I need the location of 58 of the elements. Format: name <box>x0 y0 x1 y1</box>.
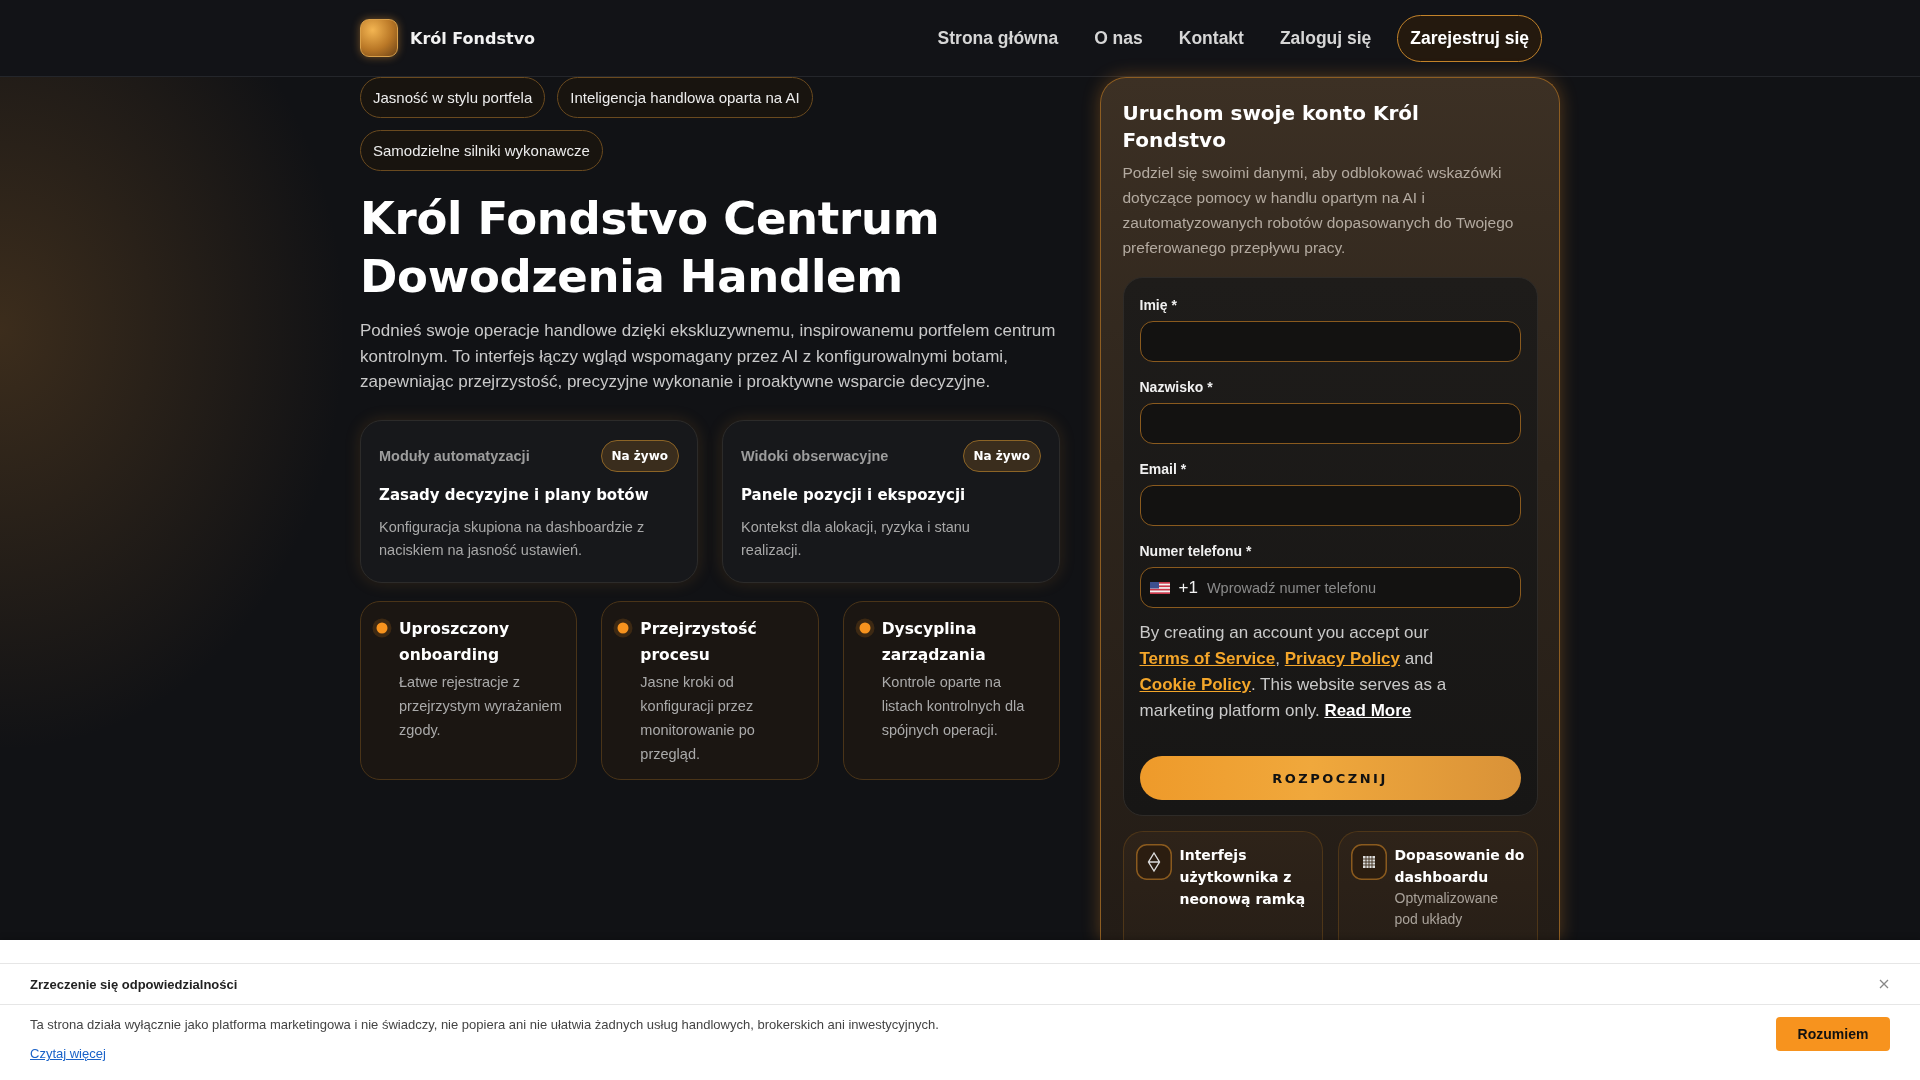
logo-icon[interactable] <box>360 19 398 57</box>
nav-link[interactable]: Kontakt <box>1178 27 1244 49</box>
phone-field[interactable]: +1 Wprowadź numer telefonu <box>1139 567 1521 608</box>
card-description: Konfiguracja skupiona na dashboardzie z naciskiem na jasność ustawień. <box>379 517 646 560</box>
highlight-description: Optymalizowane pod układy <box>1394 889 1499 929</box>
live-badge: Na żywo <box>600 439 679 472</box>
grid-icon <box>1350 844 1387 880</box>
feature-description: Łatwe rejestracje z przejrzystym wyrażaniem zgody. <box>399 672 563 740</box>
field-label: Imię * <box>1139 296 1178 314</box>
disclaimer-text: Ta strona działa wyłącznie jako platforma marketingowa i nie świadczy, nie popiera ani nie ułatwia żadnych usług handlowych, brokerskich ani inwestycyjnych. <box>30 1016 939 1034</box>
dot-icon <box>372 617 392 638</box>
hero-description: Podnieś swoje operacje handlowe dzięki ekskluzywnemu, inspirowanemu portfelem centrum kontrolnym. To interfejs łączy wgląd wspomagany przez AI z konfigurowalnymi botami, zapewniając przejrzystość, precyzyjne wykonanie i proaktywne wsparcie decyzyjne. <box>360 320 1057 393</box>
read-more-link[interactable]: Read More <box>1324 701 1412 720</box>
field-label: Email * <box>1139 460 1188 478</box>
field-label: Numer telefonu * <box>1139 542 1253 560</box>
terms-link[interactable]: Privacy Policy <box>1284 649 1401 668</box>
accept-button[interactable]: Rozumiem <box>1776 1017 1890 1051</box>
highlight-title: Dopasowanie do dashboardu <box>1394 846 1525 887</box>
card-description: Kontekst dla alokacji, ryzyka i stanu realizacji. <box>741 517 971 560</box>
nav-link[interactable]: Strona główna <box>937 27 1059 49</box>
close-icon <box>1879 979 1889 989</box>
feature-title: Przejrzystość procesu <box>640 618 758 666</box>
highlight-title: Interfejs użytkownika z neonową ramką <box>1179 846 1307 909</box>
input-field[interactable] <box>1139 321 1521 362</box>
nav-link[interactable]: Zaloguj się <box>1279 27 1372 49</box>
disclaimer-title: Zrzeczenie się odpowiedzialności <box>30 976 238 992</box>
submit-button[interactable]: ROZPOCZNIJ <box>1139 756 1521 800</box>
phone-input[interactable]: Wprowadź numer telefonu <box>1206 568 1520 607</box>
close-button[interactable] <box>1878 978 1890 990</box>
card-title: Panele pozycji i ekspozycji <box>741 484 967 506</box>
read-more-link[interactable]: Czytaj więcej <box>30 1045 106 1063</box>
input-field[interactable] <box>1139 485 1521 526</box>
tag: Samodzielne silniki wykonawcze <box>360 130 603 171</box>
dot-icon <box>854 617 875 638</box>
feature-title: Uproszczony onboarding <box>399 618 511 666</box>
hero-title: Król Fondstvo Centrum Dowodzenia Handlem <box>360 191 941 305</box>
card-title: Zasady decyzyjne i plany botów <box>379 484 650 506</box>
feature-description: Jasne kroki od konfiguracji przez monitorowanie po przegląd. <box>640 672 756 764</box>
country-code: +1 <box>1178 577 1198 598</box>
brand-name[interactable]: Król Fondstvo <box>410 28 536 48</box>
feature-description: Kontrole oparte na listach kontrolnych dla spójnych operacji. <box>881 672 1026 740</box>
live-badge: Na żywo <box>962 439 1041 472</box>
tag: Jasność w stylu portfela <box>360 77 546 118</box>
field-label: Nazwisko * <box>1139 378 1214 396</box>
register-button[interactable]: Zarejestruj się <box>1397 14 1542 62</box>
terms-text: By creating an account you accept our Terms of Service, Privacy Policy and Cookie Policy. This website serves as a marketing platform only. Read More <box>1139 622 1448 722</box>
signup-title: Uruchom swoje konto Król Fondstvo <box>1122 100 1420 154</box>
flag-icon <box>1149 581 1170 594</box>
signup-description: Podziel się swoimi danymi, aby odblokować wskazówki dotyczące pomocy w handlu opartym na AI i zautomatyzowanych robotów dopasowanych do Twojego preferowanego przepływu pracy. <box>1122 163 1515 258</box>
feature-title: Dyscyplina zarządzania <box>881 618 987 666</box>
card-label: Moduły automatyzacji <box>379 447 530 464</box>
terms-link[interactable]: Terms of Service <box>1139 649 1276 668</box>
tag: Inteligencja handlowa oparta na AI <box>557 77 813 118</box>
dot-icon <box>613 617 634 638</box>
input-field[interactable] <box>1139 403 1521 444</box>
nav-link[interactable]: O nas <box>1094 27 1143 49</box>
terms-link[interactable]: Cookie Policy <box>1139 675 1251 694</box>
card-label: Widoki obserwacyjne <box>741 447 889 464</box>
